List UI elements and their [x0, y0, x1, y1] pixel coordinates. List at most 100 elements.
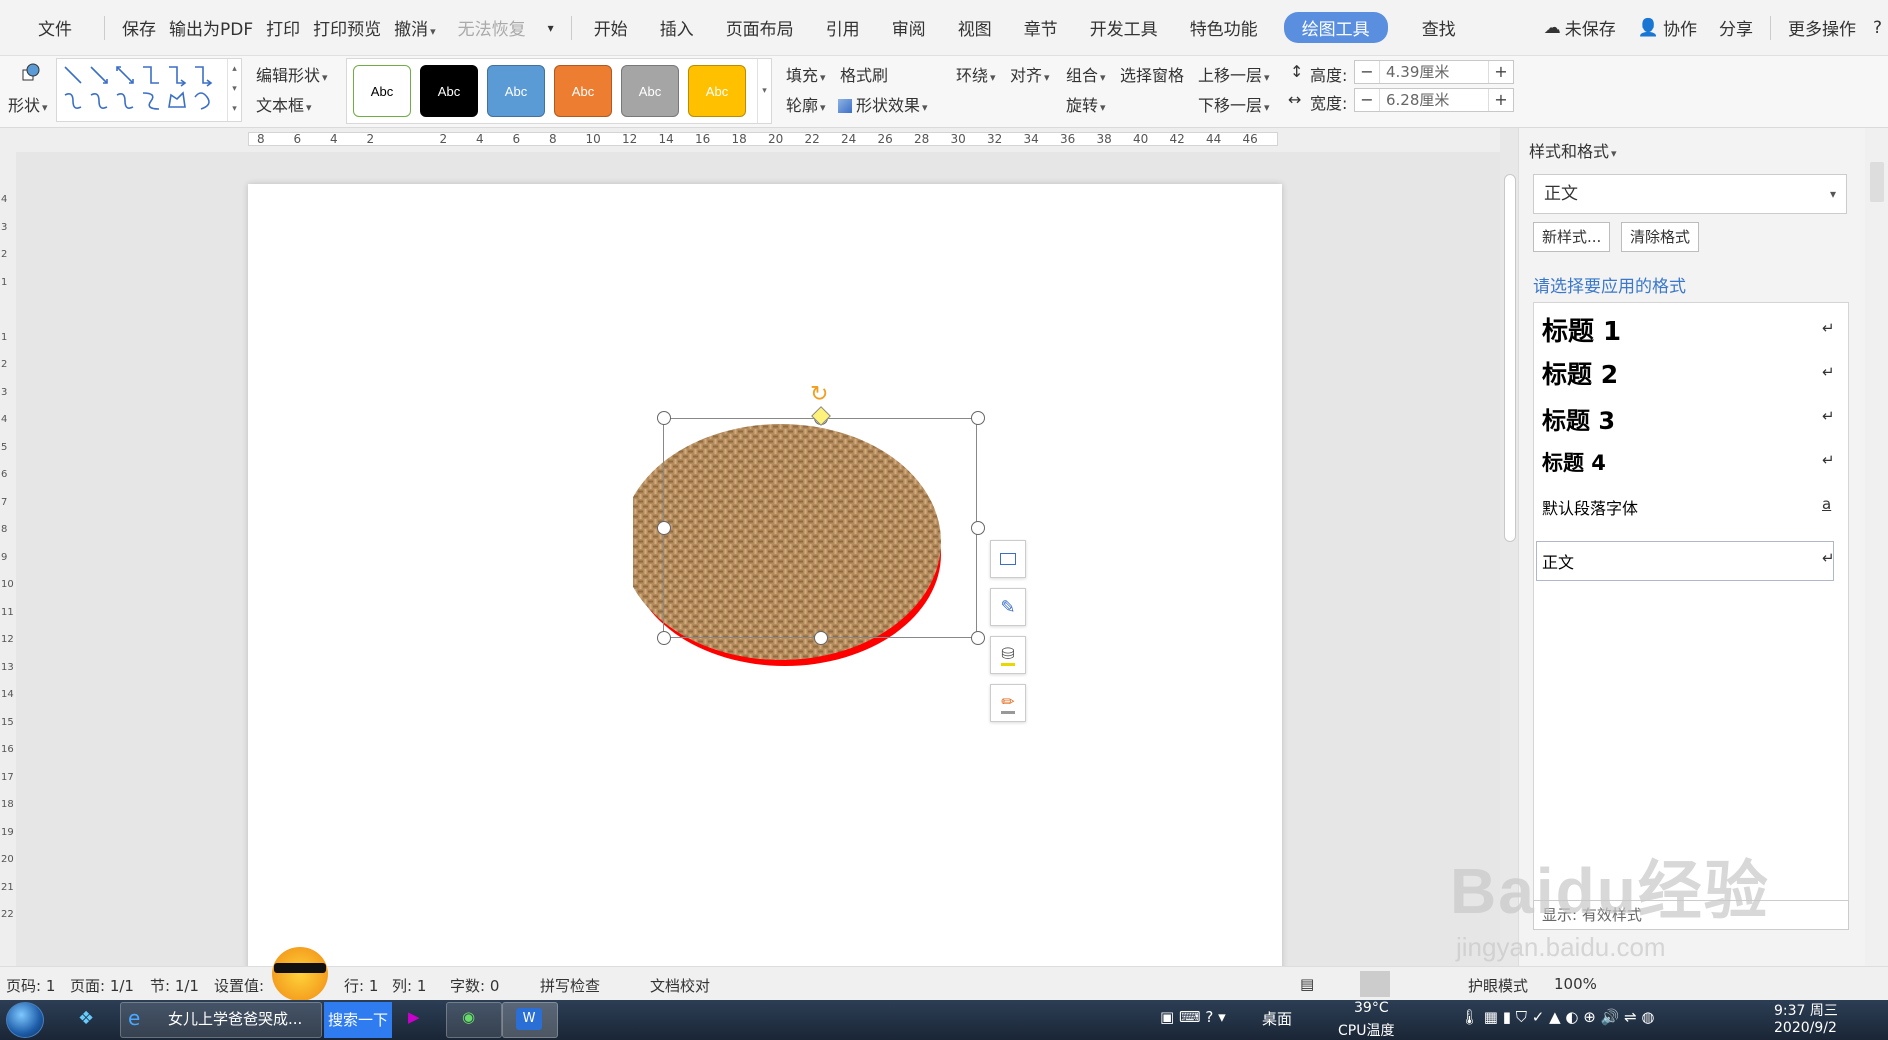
wrap-button[interactable]: 环绕 — [956, 62, 996, 86]
tab-home[interactable]: 开始 — [578, 15, 644, 40]
shape-style-button[interactable]: ✎ — [990, 588, 1026, 626]
format-painter-button[interactable]: 格式刷 — [840, 62, 888, 86]
undo-button[interactable]: 撤消 — [383, 15, 447, 40]
doc-proof-button[interactable]: 文档校对 — [650, 975, 710, 996]
video-app-icon[interactable]: ▶ — [408, 1008, 420, 1026]
style-swatch-black[interactable]: Abc — [420, 65, 478, 117]
clock-time[interactable]: 9:37 周三 — [1774, 1000, 1838, 1020]
clock-date[interactable]: 2020/9/2 — [1774, 1020, 1837, 1036]
tab-developer[interactable]: 开发工具 — [1074, 15, 1174, 40]
spell-check-button[interactable]: 拼写检查 — [540, 975, 600, 996]
width-input[interactable]: 6.28厘米 — [1379, 89, 1489, 111]
vertical-ruler[interactable]: 4 3 2 1 1 2 3 4 5 6 7 8 9 10 11 12 13 14 15 16 17 18 19 20 21 22 — [0, 152, 16, 972]
send-backward-button[interactable]: 下移一层 — [1198, 92, 1270, 116]
desktop-button[interactable]: 桌面 — [1262, 1008, 1292, 1029]
start-button[interactable] — [6, 1002, 44, 1038]
status-setting[interactable]: 设置值: — [214, 975, 264, 996]
export-pdf-button[interactable]: 输出为PDF — [167, 15, 255, 40]
resize-handle-bottom[interactable] — [814, 631, 828, 645]
style-item-default-font[interactable]: 默认段落字体 a — [1542, 495, 1831, 519]
app-icon-1[interactable]: ❖ — [78, 1008, 94, 1029]
bring-forward-button[interactable]: 上移一层 — [1198, 62, 1270, 86]
status-word-count[interactable]: 字数: 0 — [450, 975, 499, 996]
shape-effect-button[interactable]: 形状效果 — [838, 92, 928, 116]
text-box-button[interactable]: 文本框 — [256, 92, 312, 116]
show-styles-select[interactable]: 显示: 有效样式 — [1533, 900, 1849, 930]
print-preview-button[interactable]: 打印预览 — [311, 15, 383, 40]
help-icon[interactable]: ? — [1867, 18, 1888, 38]
more-actions-button[interactable]: 更多操作 — [1777, 15, 1867, 40]
rotate-handle-icon[interactable]: ↻ — [810, 384, 828, 406]
style-item-heading-2[interactable]: 标题 2 ↵ — [1542, 355, 1835, 391]
tab-chapter[interactable]: 章节 — [1008, 15, 1074, 40]
resize-handle-top-left[interactable] — [657, 411, 671, 425]
redo-button[interactable]: 无法恢复 — [447, 15, 537, 40]
current-style-select[interactable]: 正文 — [1533, 174, 1847, 214]
document-scrollbar[interactable] — [1502, 170, 1518, 550]
tab-review[interactable]: 审阅 — [876, 15, 942, 40]
panel-scrollbar-thumb[interactable] — [1870, 162, 1884, 202]
style-item-heading-3[interactable]: 标题 3 ↵ — [1542, 401, 1835, 436]
tab-view[interactable]: 视图 — [942, 15, 1008, 40]
selection-pane-button[interactable]: 选择窗格 — [1120, 62, 1184, 86]
style-item-body[interactable]: 正文 ↵ — [1542, 549, 1835, 573]
height-increase-button[interactable]: + — [1489, 61, 1513, 83]
gallery-scroll-icon[interactable]: ▴ ▾ ▾ — [227, 59, 241, 121]
shape-icon[interactable] — [20, 62, 42, 84]
menu-file[interactable]: 文件 — [0, 15, 98, 40]
resize-handle-left[interactable] — [657, 521, 671, 535]
layout-options-button[interactable] — [990, 540, 1026, 578]
resize-handle-bottom-left[interactable] — [657, 631, 671, 645]
resize-handle-bottom-right[interactable] — [971, 631, 985, 645]
panel-title[interactable]: 样式和格式 — [1529, 138, 1617, 162]
outline-button[interactable]: 轮廓 — [786, 92, 826, 116]
resize-handle-right[interactable] — [971, 521, 985, 535]
tab-special[interactable]: 特色功能 — [1174, 15, 1274, 40]
rotate-button[interactable]: 旋转 — [1066, 92, 1106, 116]
share-button[interactable]: 分享 — [1708, 15, 1764, 40]
fill-button[interactable]: 填充 — [786, 62, 826, 86]
clear-format-button[interactable]: 清除格式 — [1621, 222, 1700, 252]
shape-outline-button[interactable]: ✏ — [990, 684, 1026, 722]
style-swatch-gold[interactable]: Abc — [688, 65, 746, 117]
edit-shape-button[interactable]: 编辑形状 — [256, 62, 328, 86]
align-button[interactable]: 对齐 — [1010, 62, 1050, 86]
style-item-heading-4[interactable]: 标题 4 ↵ — [1542, 447, 1835, 477]
save-button[interactable]: 保存 — [111, 15, 167, 40]
print-button[interactable]: 打印 — [255, 15, 311, 40]
style-swatch-white[interactable]: Abc — [353, 65, 411, 117]
find-button[interactable]: 查找 — [1398, 15, 1480, 40]
width-increase-button[interactable]: + — [1489, 89, 1513, 111]
scrollbar-thumb[interactable] — [1504, 174, 1516, 542]
horizontal-ruler[interactable]: 8 6 4 2 2 4 6 8 10 12 14 16 18 20 22 24 26 28 30 32 34 36 38 40… — [0, 128, 1500, 152]
resize-handle-top-right[interactable] — [971, 411, 985, 425]
tab-page-layout[interactable]: 页面布局 — [710, 15, 810, 40]
height-input[interactable]: 4.39厘米 — [1379, 61, 1489, 83]
shape-button[interactable]: 形状 — [8, 92, 48, 116]
new-style-button[interactable]: 新样式... — [1533, 222, 1611, 252]
styles-more-icon[interactable]: ▾ — [757, 59, 771, 123]
zoom-level[interactable]: 100% — [1554, 975, 1597, 993]
shape-fill-button[interactable]: ⛁ — [990, 636, 1026, 674]
search-button[interactable]: 搜索一下 — [324, 1002, 393, 1038]
panel-scrollbar[interactable] — [1865, 128, 1888, 966]
web-view-icon[interactable] — [1360, 971, 1390, 997]
unsaved-button[interactable]: ☁ 未保存 — [1533, 15, 1627, 41]
tab-drawing-tools[interactable]: 绘图工具 — [1283, 12, 1388, 43]
quick-access-dropdown-icon[interactable]: ▾ — [537, 21, 565, 35]
system-tray-icons[interactable]: 🌡 ▦ ▮ ⛉ ✓ ▲ ◐ ⊕ 🔊 ⇌ ◍ — [1460, 1008, 1655, 1026]
style-swatch-orange[interactable]: Abc — [554, 65, 612, 117]
line-shapes-gallery[interactable]: ▴ ▾ ▾ — [56, 58, 242, 122]
style-item-heading-1[interactable]: 标题 1 ↵ — [1542, 311, 1835, 348]
tray-icons[interactable]: ▣ ⌨ ? ▾ — [1160, 1008, 1226, 1026]
eye-mode-button[interactable]: 护眼模式 — [1468, 975, 1528, 996]
style-swatch-blue[interactable]: Abc — [487, 65, 545, 117]
tab-references[interactable]: 引用 — [810, 15, 876, 40]
collab-button[interactable]: 👤 协作 — [1627, 15, 1708, 41]
width-decrease-button[interactable]: − — [1355, 89, 1379, 111]
tab-insert[interactable]: 插入 — [644, 15, 710, 40]
group-button[interactable]: 组合 — [1066, 62, 1106, 86]
document-page[interactable]: ↻ ✎ ⛁ ✏ — [248, 184, 1282, 966]
style-swatch-gray[interactable]: Abc — [621, 65, 679, 117]
height-decrease-button[interactable]: − — [1355, 61, 1379, 83]
